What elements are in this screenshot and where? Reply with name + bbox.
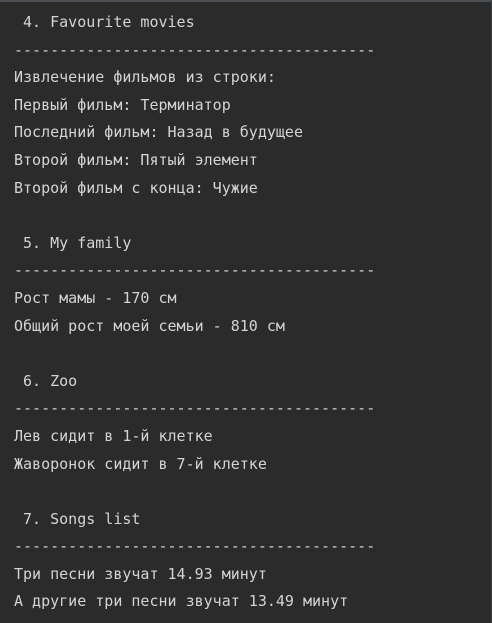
separator-line: ---------------------------------------- bbox=[14, 399, 376, 418]
output-line: Общий рост моей семьи - 810 см bbox=[14, 316, 285, 335]
console-output[interactable]: 4. Favourite movies --------------------… bbox=[14, 9, 484, 616]
separator-line: ---------------------------------------- bbox=[14, 261, 376, 280]
output-line: Последний фильм: Назад в будущее bbox=[14, 123, 303, 142]
section-header-zoo: 6. Zoo bbox=[14, 371, 78, 390]
separator-line: ---------------------------------------- bbox=[14, 40, 376, 59]
panel-top-border bbox=[0, 0, 492, 2]
section-header-favourite-movies: 4. Favourite movies bbox=[14, 13, 195, 31]
output-line: Извлечение фильмов из строки: bbox=[14, 68, 276, 87]
output-line: Второй фильм с конца: Чужие bbox=[14, 178, 258, 197]
output-line: Рост мамы - 170 см bbox=[14, 288, 177, 307]
output-line: Первый фильм: Терминатор bbox=[14, 95, 231, 114]
section-header-songs-list: 7. Songs list bbox=[14, 509, 141, 528]
output-line: Лев сидит в 1-й клетке bbox=[14, 426, 213, 445]
output-line: Три песни звучат 14.93 минут bbox=[14, 564, 267, 583]
separator-line: ---------------------------------------- bbox=[14, 537, 376, 556]
section-header-my-family: 5. My family bbox=[14, 233, 132, 252]
output-line: А другие три песни звучат 13.49 минут bbox=[14, 592, 349, 611]
output-line: Жаворонок сидит в 7-й клетке bbox=[14, 454, 267, 473]
output-line: Второй фильм: Пятый элемент bbox=[14, 150, 258, 169]
